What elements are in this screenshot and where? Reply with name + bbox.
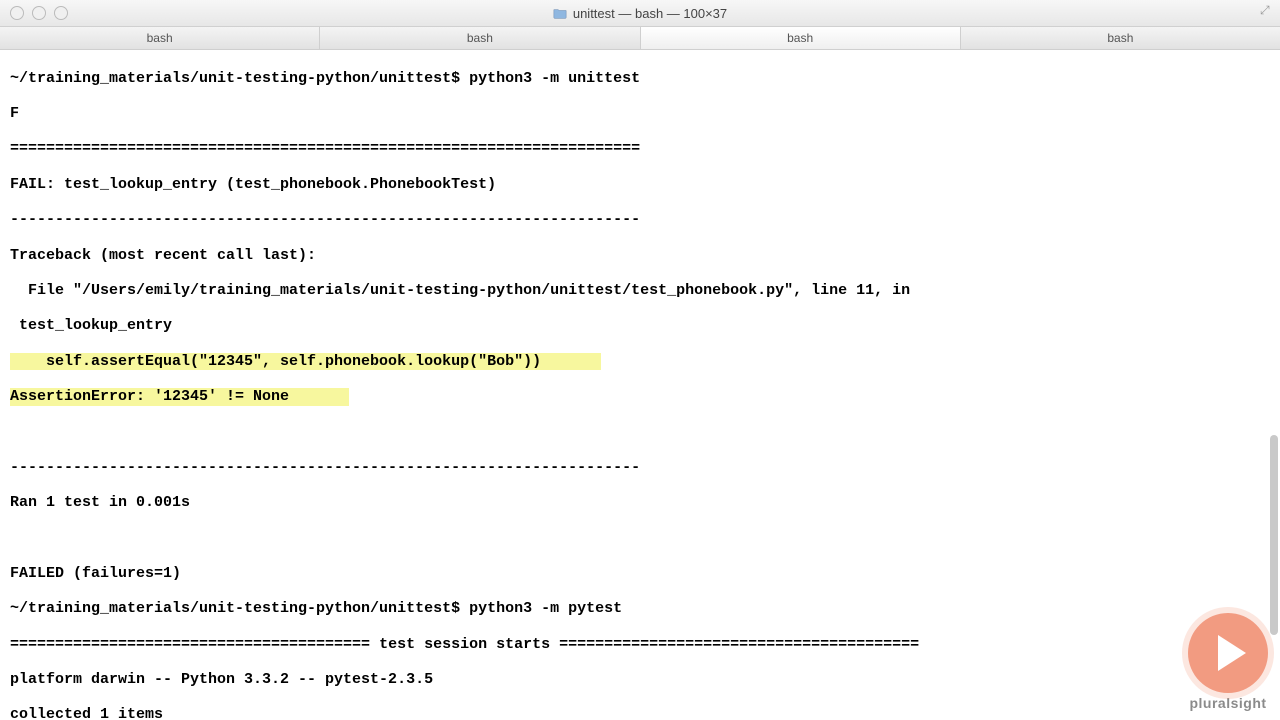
- highlighted-assert: self.assertEqual("12345", self.phonebook…: [10, 353, 601, 371]
- window-title: unittest — bash — 100×37: [0, 6, 1280, 21]
- traceback-func: test_lookup_entry: [10, 317, 1272, 335]
- command-unittest: python3 -m unittest: [469, 70, 640, 87]
- title-text: unittest — bash — 100×37: [573, 6, 727, 21]
- folder-icon: [553, 7, 567, 19]
- command-pytest: python3 -m pytest: [469, 600, 622, 617]
- watermark-text: pluralsight: [1189, 695, 1266, 712]
- traceback-file: File "/Users/emily/training_materials/un…: [10, 282, 1272, 300]
- prompt: ~/training_materials/unit-testing-python…: [10, 600, 460, 617]
- platform-line: platform darwin -- Python 3.3.2 -- pytes…: [10, 671, 1272, 689]
- play-icon: [1188, 613, 1268, 693]
- highlighted-error: AssertionError: '12345' != None: [10, 388, 349, 406]
- terminal-window: unittest — bash — 100×37 ⤢ bash bash bas…: [0, 0, 1280, 720]
- scrollbar[interactable]: [1270, 100, 1278, 720]
- separator: ========================================…: [10, 140, 1272, 158]
- titlebar: unittest — bash — 100×37 ⤢: [0, 0, 1280, 27]
- session-starts: ========================================…: [10, 636, 1272, 654]
- terminal-output[interactable]: ~/training_materials/unit-testing-python…: [0, 50, 1280, 720]
- tab-bash-2[interactable]: bash: [320, 27, 640, 49]
- separator: ----------------------------------------…: [10, 459, 1272, 477]
- traceback-header: Traceback (most recent call last):: [10, 247, 1272, 265]
- collected-line: collected 1 items: [10, 706, 1272, 720]
- output-f: F: [10, 105, 1272, 123]
- ran-tests: Ran 1 test in 0.001s: [10, 494, 1272, 512]
- failed-summary: FAILED (failures=1): [10, 565, 1272, 583]
- separator: ----------------------------------------…: [10, 211, 1272, 229]
- scrollbar-thumb[interactable]: [1270, 435, 1278, 635]
- watermark: pluralsight: [1188, 613, 1268, 712]
- tab-bash-4[interactable]: bash: [961, 27, 1280, 49]
- blank: [10, 530, 1272, 548]
- fail-line: FAIL: test_lookup_entry (test_phonebook.…: [10, 176, 1272, 194]
- maximize-icon[interactable]: ⤢: [1260, 4, 1274, 18]
- tab-bash-1[interactable]: bash: [0, 27, 320, 49]
- tab-bar: bash bash bash bash: [0, 27, 1280, 50]
- blank: [10, 423, 1272, 441]
- tab-bash-3[interactable]: bash: [641, 27, 961, 49]
- prompt: ~/training_materials/unit-testing-python…: [10, 70, 460, 87]
